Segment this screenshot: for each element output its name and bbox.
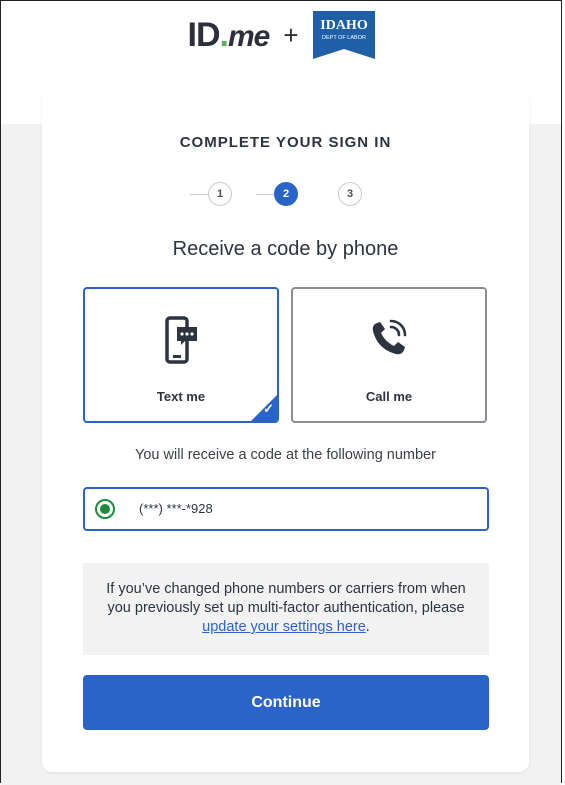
update-settings-link[interactable]: update your settings here bbox=[202, 619, 366, 635]
phone-number-option[interactable]: (***) ***-*928 bbox=[83, 487, 489, 531]
idaho-logo-line2: DEPT OF LABOR bbox=[322, 35, 366, 41]
idaho-dept-of-labor-logo: IDAHO DEPT OF LABOR bbox=[312, 11, 375, 59]
step-indicator: 1 2 3 bbox=[166, 182, 362, 208]
idme-logo: ID. me bbox=[187, 16, 271, 54]
plus-sign: + bbox=[283, 19, 299, 50]
text-me-label: Text me bbox=[156, 389, 206, 404]
header: ID. me + IDAHO DEPT OF LABOR bbox=[0, 0, 562, 70]
step-3: 3 bbox=[338, 182, 362, 206]
radio-selected-dot bbox=[100, 504, 110, 514]
step-1: 1 bbox=[208, 182, 232, 206]
idaho-logo-line1: IDAHO bbox=[320, 18, 368, 33]
phone-call-icon bbox=[293, 315, 485, 359]
subtitle: Receive a code by phone bbox=[172, 238, 399, 260]
phone-number: (***) ***-*928 bbox=[139, 501, 213, 516]
phone-message-icon bbox=[85, 315, 277, 367]
phone-radio[interactable] bbox=[95, 499, 115, 519]
notice-text-end: . bbox=[365, 619, 370, 635]
text-me-option[interactable]: Text me ✓ bbox=[83, 287, 279, 423]
step-2: 2 bbox=[274, 182, 298, 206]
call-me-option[interactable]: Call me bbox=[291, 287, 487, 423]
notice-box: If you’ve changed phone numbers or carri… bbox=[83, 563, 489, 655]
checkmark-icon: ✓ bbox=[263, 401, 274, 416]
notice-text: If you’ve changed phone numbers or carri… bbox=[106, 581, 466, 616]
idme-logo-dot: . bbox=[219, 16, 230, 54]
continue-button[interactable]: Continue bbox=[83, 675, 489, 730]
idme-logo-id: ID bbox=[187, 16, 221, 54]
page-title: COMPLETE YOUR SIGN IN bbox=[179, 134, 392, 151]
call-me-label: Call me bbox=[365, 389, 413, 404]
code-info-text: You will receive a code at the following… bbox=[135, 447, 436, 463]
idme-logo-me: me bbox=[227, 20, 270, 53]
